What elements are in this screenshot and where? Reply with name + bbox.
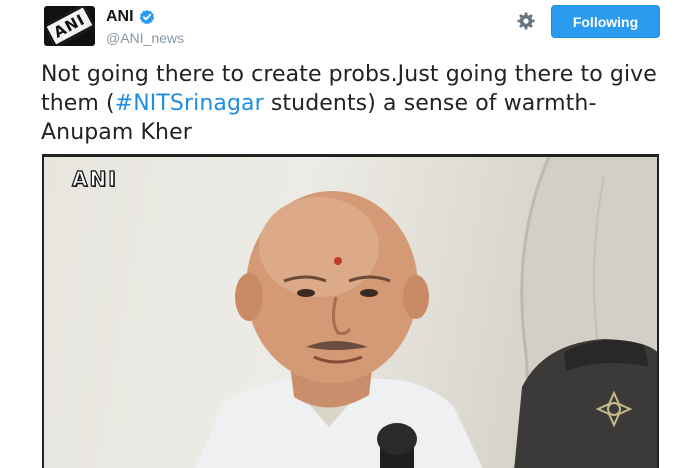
tweet-text: Not going there to create probs.Just goi… [41,60,671,147]
tweet-header: ANI ANI @ANI_news Following [0,0,700,56]
gear-icon[interactable] [516,11,536,31]
verified-badge-icon [139,9,154,25]
avatar-logo-text: ANI [44,6,95,46]
account-handle[interactable]: @ANI_news [106,30,184,46]
name-row: ANI [106,8,155,26]
ani-watermark: ANI [71,166,118,191]
following-button[interactable]: Following [551,5,660,38]
hashtag-link[interactable]: #NITSrinagar [115,91,264,116]
avatar[interactable]: ANI [44,6,95,46]
tweet-media-image[interactable]: ANI [42,154,659,468]
display-name[interactable]: ANI [106,8,134,26]
video-still [195,157,657,468]
